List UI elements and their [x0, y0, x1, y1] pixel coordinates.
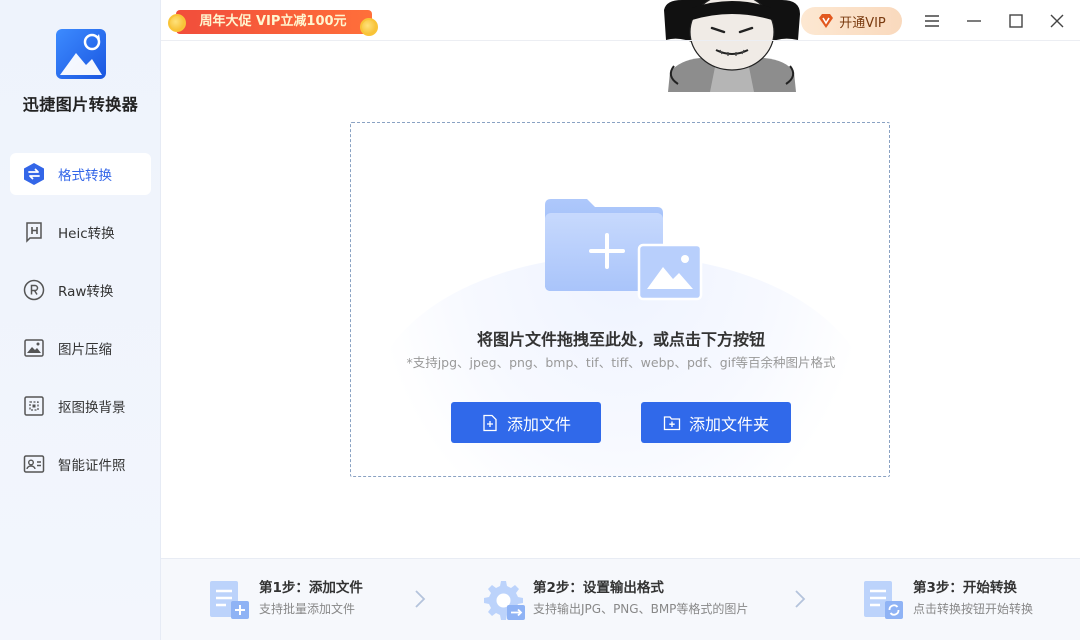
sidebar-nav: 格式转换 Heic转换 Raw转换 图片压缩 抠图换背景 智能证件照	[10, 153, 151, 501]
sidebar-item-raw[interactable]: Raw转换	[10, 269, 151, 311]
drop-zone-title: 将图片文件拖拽至此处，或点击下方按钮	[476, 330, 765, 349]
sidebar-item-label: 抠图换背景	[58, 400, 126, 416]
open-vip-button[interactable]: 开通VIP	[801, 7, 902, 35]
add-file-button[interactable]: 添加文件	[451, 402, 601, 443]
sidebar-item-label: 格式转换	[58, 168, 112, 184]
cutout-icon	[21, 393, 47, 419]
meme-sticker-image	[664, 0, 800, 92]
drop-zone-subtitle: *支持jpg、jpeg、png、bmp、tif、tiff、webp、pdf、gi…	[406, 355, 836, 370]
step-1: 第1步：添加文件 支持批量添加文件	[207, 579, 363, 621]
steps-footer: 第1步：添加文件 支持批量添加文件 第2步：设置输出格式 支持输出JPG、PNG…	[161, 558, 1080, 640]
sidebar-item-cutout[interactable]: 抠图换背景	[10, 385, 151, 427]
step-desc: 支持输出JPG、PNG、BMP等格式的图片	[533, 602, 749, 616]
sidebar-item-label: Raw转换	[58, 284, 114, 300]
promo-banner[interactable]: 周年大促 VIP立减100元	[166, 8, 380, 36]
chevron-right-icon	[415, 590, 426, 608]
drop-zone[interactable]: 将图片文件拖拽至此处，或点击下方按钮 *支持jpg、jpeg、png、bmp、t…	[350, 122, 890, 477]
maximize-icon	[1009, 14, 1023, 28]
vip-label: 开通VIP	[839, 15, 886, 31]
add-folder-button[interactable]: 添加文件夹	[641, 402, 791, 443]
minimize-button[interactable]	[960, 8, 988, 34]
format-convert-icon	[21, 161, 47, 187]
close-button[interactable]	[1043, 8, 1071, 34]
id-photo-icon	[21, 451, 47, 477]
menu-button[interactable]	[918, 8, 946, 34]
raw-icon	[21, 277, 47, 303]
folder-image-icon	[545, 199, 703, 301]
app-logo-icon	[56, 29, 106, 79]
step-title: 第2步：设置输出格式	[533, 580, 664, 596]
maximize-button[interactable]	[1002, 8, 1030, 34]
add-folder-label: 添加文件夹	[688, 414, 769, 434]
heic-icon	[21, 219, 47, 245]
chevron-right-icon	[795, 590, 806, 608]
step-title: 第3步：开始转换	[913, 580, 1017, 596]
step-title: 第1步：添加文件	[259, 580, 363, 596]
sidebar-item-heic[interactable]: Heic转换	[10, 211, 151, 253]
sidebar-item-format-convert[interactable]: 格式转换	[10, 153, 151, 195]
step-2: 第2步：设置输出格式 支持输出JPG、PNG、BMP等格式的图片	[481, 579, 748, 621]
sidebar-item-label: 智能证件照	[58, 458, 126, 474]
add-folder-icon	[663, 415, 681, 430]
add-file-icon	[483, 414, 497, 431]
header-divider	[161, 40, 1080, 41]
sidebar: 迅捷图片转换器 格式转换 Heic转换 Raw转换 图片压缩 抠图换背景 智能证…	[0, 0, 161, 640]
sidebar-item-label: Heic转换	[58, 226, 115, 242]
add-file-label: 添加文件	[506, 414, 571, 434]
image-compress-icon	[21, 335, 47, 361]
step-desc: 点击转换按钮开始转换	[913, 602, 1034, 616]
step-3: 第3步：开始转换 点击转换按钮开始转换	[861, 579, 1033, 621]
add-file-step-icon	[210, 581, 249, 619]
convert-step-icon	[864, 581, 903, 619]
menu-icon	[925, 15, 939, 27]
minimize-icon	[967, 20, 981, 22]
sidebar-item-compress[interactable]: 图片压缩	[10, 327, 151, 369]
vip-diamond-icon	[819, 14, 834, 28]
app-name: 迅捷图片转换器	[22, 95, 139, 114]
close-icon	[1050, 14, 1064, 28]
sidebar-item-id-photo[interactable]: 智能证件照	[10, 443, 151, 485]
promo-text: 周年大促 VIP立减100元	[199, 14, 347, 29]
settings-step-icon	[484, 581, 525, 620]
step-desc: 支持批量添加文件	[259, 602, 356, 616]
sidebar-item-label: 图片压缩	[58, 342, 112, 358]
